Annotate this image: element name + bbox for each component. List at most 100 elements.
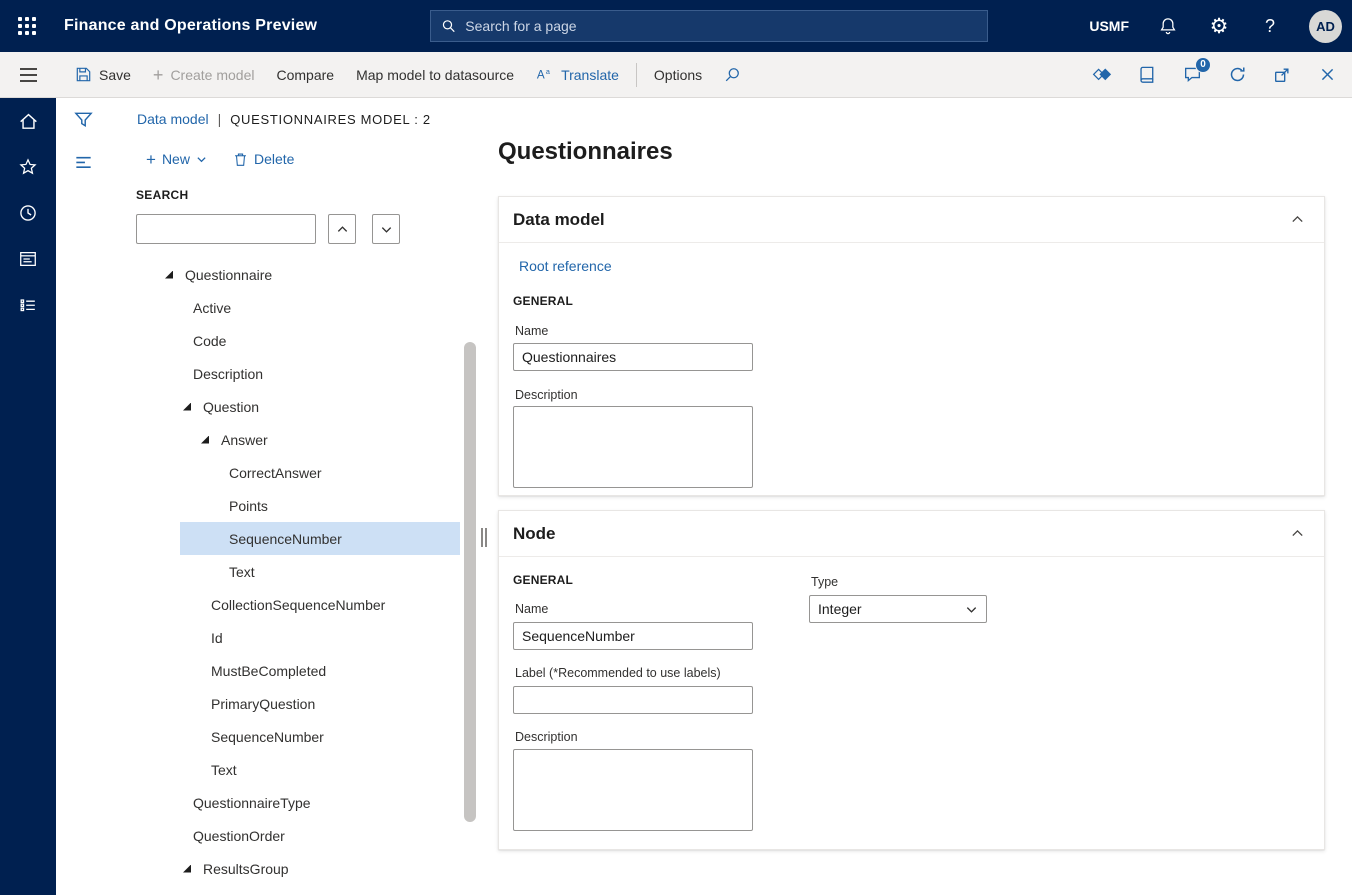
breadcrumb-link[interactable]: Data model: [137, 111, 209, 127]
page-search-box[interactable]: [430, 10, 988, 42]
clock-icon: [18, 203, 38, 223]
node-name-input[interactable]: [513, 622, 753, 650]
card-title: Node: [513, 524, 556, 544]
collapse-card-button[interactable]: [1286, 523, 1308, 545]
tree-node[interactable]: QuestionnaireType: [110, 786, 478, 819]
tree-node[interactable]: Answer: [110, 423, 478, 456]
model-description-textarea[interactable]: [513, 406, 753, 488]
search-previous-button[interactable]: [328, 214, 356, 244]
node-label-input[interactable]: [513, 686, 753, 714]
modules-nav-button[interactable]: [0, 282, 56, 328]
node-description-textarea[interactable]: [513, 749, 753, 831]
create-model-button[interactable]: + Create model: [142, 52, 266, 98]
model-name-input[interactable]: [513, 343, 753, 371]
settings-button[interactable]: ⚙: [1207, 14, 1231, 38]
trash-icon: [233, 152, 248, 167]
recent-nav-button[interactable]: [0, 190, 56, 236]
close-page-button[interactable]: [1316, 64, 1338, 86]
chevron-down-icon: [380, 223, 393, 236]
notifications-button[interactable]: [1156, 14, 1180, 38]
tree-scrollbar[interactable]: [464, 342, 476, 822]
home-nav-button[interactable]: [0, 98, 56, 144]
root-reference-link[interactable]: Root reference: [519, 258, 612, 274]
tree-node[interactable]: Active: [110, 291, 478, 324]
bell-icon: [1158, 16, 1178, 36]
save-button[interactable]: Save: [64, 52, 142, 98]
delete-node-button[interactable]: Delete: [233, 151, 294, 167]
search-icon: [724, 66, 741, 83]
task-guide-button[interactable]: [1136, 64, 1158, 86]
tree-node-label: Questionnaire: [185, 267, 272, 283]
app-launcher-button[interactable]: [0, 0, 54, 52]
svg-text:a: a: [546, 67, 550, 76]
data-model-card: Data model Root reference GENERAL Name D…: [498, 196, 1325, 496]
compare-button[interactable]: Compare: [265, 52, 345, 98]
options-button[interactable]: Options: [643, 52, 713, 98]
collapse-pane-button[interactable]: [56, 140, 110, 182]
map-model-button[interactable]: Map model to datasource: [345, 52, 525, 98]
book-icon: [1138, 65, 1157, 84]
expand-triangle-icon[interactable]: [183, 403, 191, 411]
company-picker[interactable]: USMF: [1089, 18, 1129, 34]
user-avatar[interactable]: AD: [1309, 10, 1342, 43]
tree-node[interactable]: ResultsGroup: [110, 852, 478, 885]
tree-node[interactable]: Code: [110, 324, 478, 357]
task-list-icon: [18, 295, 38, 315]
toolbar-search-button[interactable]: [713, 52, 752, 98]
messages-button[interactable]: 0: [1181, 64, 1203, 86]
related-views-button[interactable]: [1091, 64, 1113, 86]
star-icon: [18, 157, 38, 177]
translate-icon: A a: [536, 66, 554, 84]
app-title: Finance and Operations Preview: [64, 17, 317, 35]
collapse-card-button[interactable]: [1286, 209, 1308, 231]
tree-node[interactable]: Text: [110, 555, 478, 588]
filter-button[interactable]: [56, 98, 110, 140]
expand-triangle-icon[interactable]: [165, 271, 173, 279]
pane-splitter-handle[interactable]: [481, 528, 489, 547]
node-label-label: Label (*Recommended to use labels): [515, 666, 721, 680]
help-button[interactable]: ?: [1258, 14, 1282, 38]
page-search-input[interactable]: [465, 18, 977, 34]
workspaces-nav-button[interactable]: [0, 236, 56, 282]
model-tree: QuestionnaireActiveCodeDescriptionQuesti…: [110, 258, 478, 885]
tree-node[interactable]: Description: [110, 357, 478, 390]
tree-node[interactable]: SequenceNumber: [110, 522, 478, 555]
node-type-select[interactable]: Integer: [809, 595, 987, 623]
tree-node[interactable]: Id: [110, 621, 478, 654]
tree-node-label: Points: [229, 498, 268, 514]
translate-button[interactable]: A a Translate: [525, 52, 630, 98]
tree-search-input[interactable]: [136, 214, 316, 244]
page-content: Data model | QUESTIONNAIRES MODEL : 2 + …: [110, 98, 1352, 895]
nav-pane-toggle-button[interactable]: [0, 52, 56, 98]
favorites-nav-button[interactable]: [0, 144, 56, 190]
tree-node[interactable]: MustBeCompleted: [110, 654, 478, 687]
tree-node[interactable]: Text: [110, 753, 478, 786]
new-node-button[interactable]: + New: [146, 151, 207, 168]
chevron-up-icon: [1290, 212, 1305, 227]
general-section-label: GENERAL: [513, 294, 573, 308]
top-navbar: Finance and Operations Preview USMF ⚙ ? …: [0, 0, 1352, 52]
expand-triangle-icon[interactable]: [201, 436, 209, 444]
collapse-pane-icon: [73, 151, 94, 172]
tree-node[interactable]: QuestionOrder: [110, 819, 478, 852]
tree-node[interactable]: PrimaryQuestion: [110, 687, 478, 720]
card-title: Data model: [513, 210, 605, 230]
tree-node[interactable]: Points: [110, 489, 478, 522]
chevron-down-icon: [196, 154, 207, 165]
refresh-button[interactable]: [1226, 64, 1248, 86]
tree-node[interactable]: Questionnaire: [110, 258, 478, 291]
funnel-icon: [73, 109, 94, 130]
tree-node[interactable]: Question: [110, 390, 478, 423]
tree-node-label: Id: [211, 630, 223, 646]
tree-node-label: Text: [229, 564, 255, 580]
tree-node[interactable]: CollectionSequenceNumber: [110, 588, 478, 621]
open-new-window-button[interactable]: [1271, 64, 1293, 86]
tree-search-label: SEARCH: [136, 188, 188, 202]
help-icon: ?: [1265, 16, 1275, 37]
search-next-button[interactable]: [372, 214, 400, 244]
tree-node[interactable]: CorrectAnswer: [110, 456, 478, 489]
tree-node-label: Active: [193, 300, 231, 316]
expand-triangle-icon[interactable]: [183, 865, 191, 873]
tree-node-label: SequenceNumber: [211, 729, 324, 745]
tree-node[interactable]: SequenceNumber: [110, 720, 478, 753]
